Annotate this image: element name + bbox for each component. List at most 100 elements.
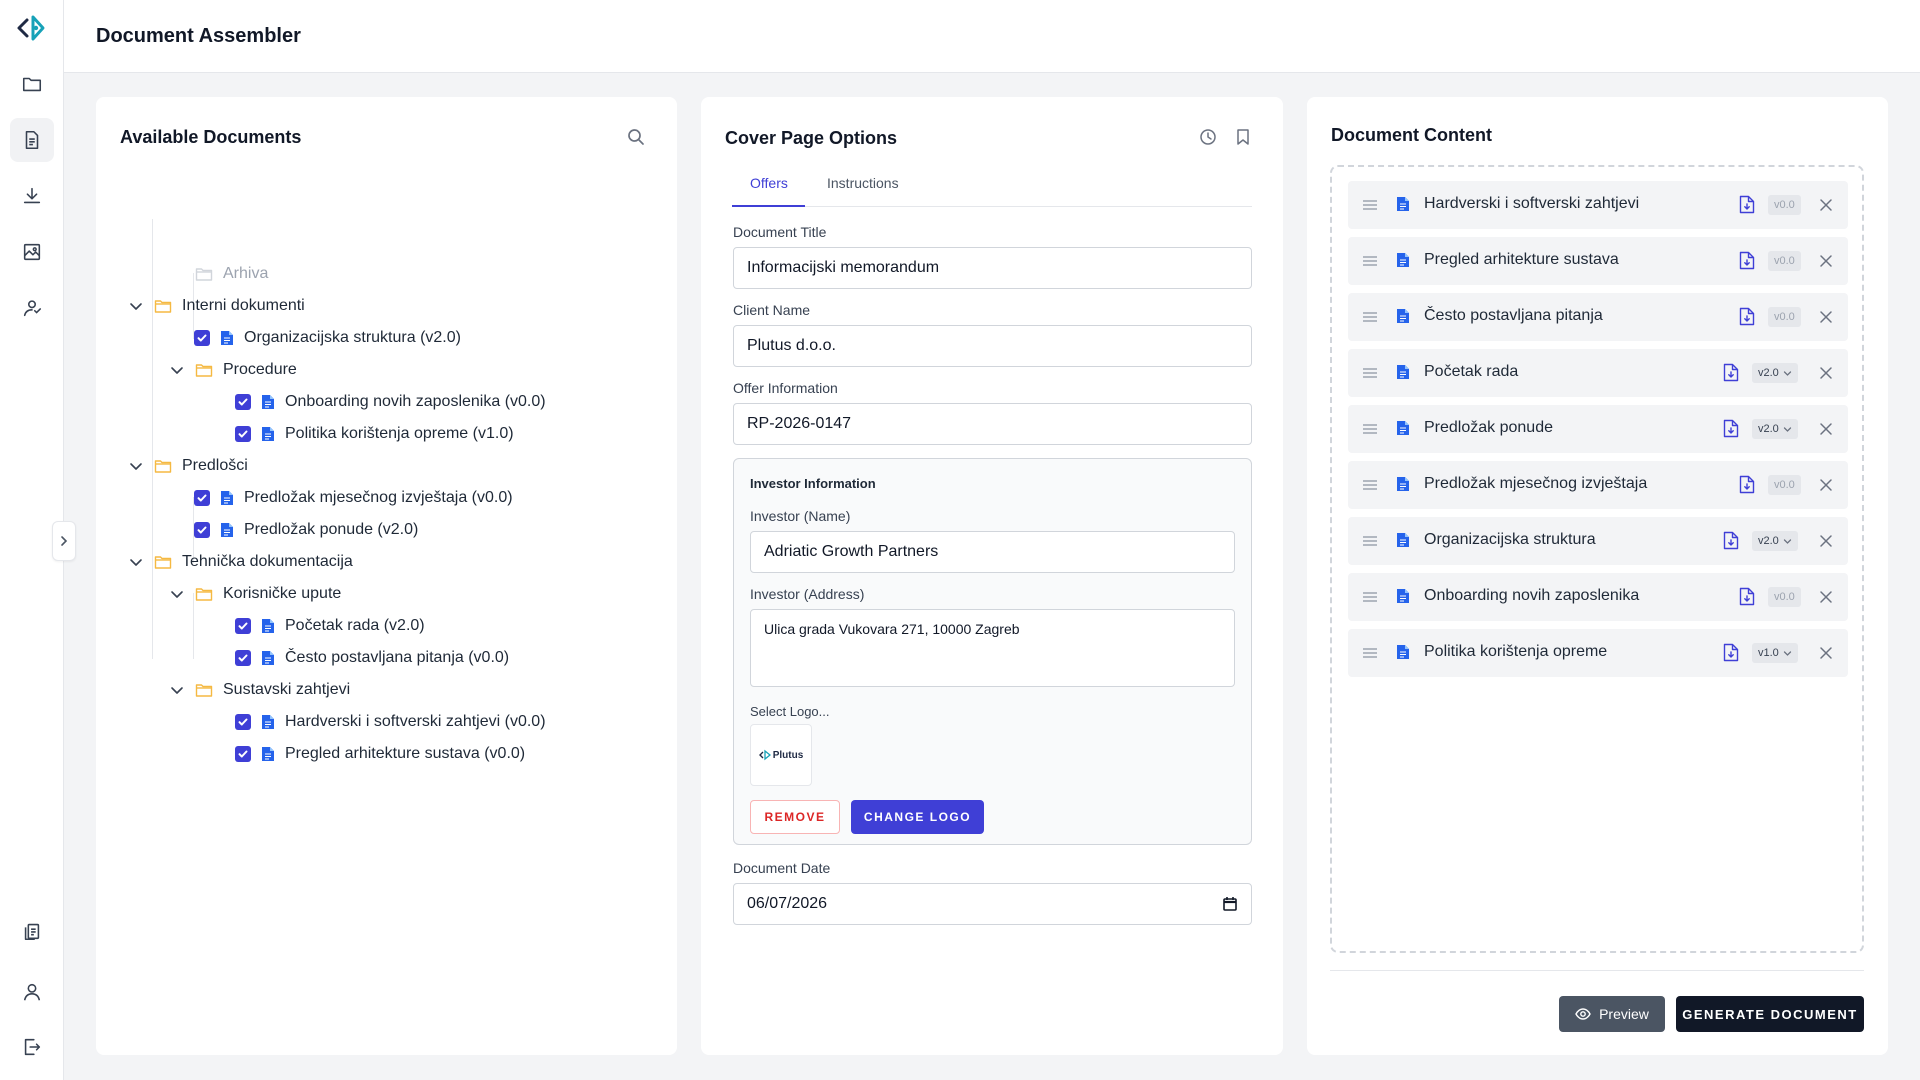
pdf-download-icon[interactable] — [1723, 531, 1741, 551]
content-item[interactable]: Politika korištenja opreme v1.0 — [1348, 629, 1848, 677]
rail-folder-button[interactable] — [10, 62, 54, 106]
search-button[interactable] — [624, 125, 648, 149]
tree-document[interactable]: Organizacijska struktura (v2.0) — [194, 325, 461, 351]
pdf-download-icon[interactable] — [1723, 419, 1741, 439]
bookmark-button[interactable] — [1231, 125, 1255, 149]
drag-handle-icon[interactable] — [1362, 421, 1378, 437]
checkbox[interactable] — [235, 650, 251, 666]
checkbox[interactable] — [235, 746, 251, 762]
content-item[interactable]: Predložak ponude v2.0 — [1348, 405, 1848, 453]
sidebar-expand-button[interactable] — [52, 521, 76, 561]
rail-logout-button[interactable] — [10, 1025, 54, 1069]
checkbox[interactable] — [235, 426, 251, 442]
remove-item-icon[interactable] — [1818, 421, 1834, 437]
rail-documents-button[interactable] — [10, 118, 54, 162]
checkbox[interactable] — [194, 522, 210, 538]
chevron-down-icon[interactable] — [169, 362, 185, 378]
checkbox[interactable] — [235, 714, 251, 730]
version-select[interactable]: v2.0 — [1752, 531, 1798, 551]
rail-clipboard-button[interactable] — [10, 909, 54, 953]
tree-folder[interactable]: Procedure — [169, 357, 297, 383]
offer-information-field[interactable]: RP-2026-0147 — [733, 403, 1252, 445]
pdf-download-icon[interactable] — [1723, 363, 1741, 383]
chevron-down-icon[interactable] — [128, 554, 144, 570]
preview-button[interactable]: Preview — [1559, 996, 1665, 1032]
content-item[interactable]: Početak rada v2.0 — [1348, 349, 1848, 397]
tree-document[interactable]: Onboarding novih zaposlenika (v0.0) — [235, 389, 546, 415]
remove-item-icon[interactable] — [1818, 197, 1834, 213]
version-select[interactable]: v1.0 — [1752, 643, 1798, 663]
pdf-download-icon[interactable] — [1739, 195, 1757, 215]
drag-handle-icon[interactable] — [1362, 589, 1378, 605]
chevron-down-icon[interactable] — [128, 298, 144, 314]
drag-handle-icon[interactable] — [1362, 477, 1378, 493]
investor-address-textarea[interactable]: Ulica grada Vukovara 271, 10000 Zagreb — [750, 609, 1235, 687]
drag-handle-icon[interactable] — [1362, 645, 1378, 661]
content-item[interactable]: Onboarding novih zaposlenika v0.0 — [1348, 573, 1848, 621]
calendar-icon[interactable] — [1222, 896, 1238, 912]
tree-folder[interactable]: Predlošci — [128, 453, 248, 479]
remove-item-icon[interactable] — [1818, 309, 1834, 325]
version-select[interactable]: v2.0 — [1752, 363, 1798, 383]
remove-item-icon[interactable] — [1818, 589, 1834, 605]
remove-item-icon[interactable] — [1818, 365, 1834, 381]
pdf-download-icon[interactable] — [1739, 475, 1757, 495]
rail-download-button[interactable] — [10, 174, 54, 218]
pdf-download-icon[interactable] — [1739, 307, 1757, 327]
tree-folder[interactable]: Tehnička dokumentacija — [128, 549, 353, 575]
tree-label: Procedure — [223, 361, 297, 378]
checkbox[interactable] — [194, 330, 210, 346]
document-title-field[interactable]: Informacijski memorandum — [733, 247, 1252, 289]
investor-name-field[interactable]: Adriatic Growth Partners — [750, 531, 1235, 573]
change-logo-button[interactable]: CHANGE LOGO — [851, 800, 984, 834]
checkbox[interactable] — [235, 618, 251, 634]
rail-users-button[interactable] — [10, 286, 54, 330]
content-item[interactable]: Predložak mjesečnog izvještaja v0.0 — [1348, 461, 1848, 509]
app-logo-icon[interactable] — [16, 12, 48, 44]
tree-document[interactable]: Često postavljana pitanja (v0.0) — [235, 645, 509, 671]
content-item[interactable]: Pregled arhitekture sustava v0.0 — [1348, 237, 1848, 285]
logo-preview[interactable]: Plutus — [750, 724, 812, 786]
history-button[interactable] — [1196, 125, 1220, 149]
pdf-download-icon[interactable] — [1739, 251, 1757, 271]
tree-document[interactable]: Hardverski i softverski zahtjevi (v0.0) — [235, 709, 546, 735]
drag-handle-icon[interactable] — [1362, 533, 1378, 549]
tree-document[interactable]: Politika korištenja opreme (v1.0) — [235, 421, 514, 447]
remove-item-icon[interactable] — [1818, 253, 1834, 269]
checkbox[interactable] — [235, 394, 251, 410]
tree-document[interactable]: Predložak ponude (v2.0) — [194, 517, 418, 543]
tree-folder[interactable]: Sustavski zahtjevi — [169, 677, 350, 703]
tree-document[interactable]: Pregled arhitekture sustava (v0.0) — [235, 741, 525, 767]
version-select[interactable]: v2.0 — [1752, 419, 1798, 439]
remove-item-icon[interactable] — [1818, 533, 1834, 549]
chevron-down-icon[interactable] — [128, 458, 144, 474]
drag-handle-icon[interactable] — [1362, 253, 1378, 269]
pdf-download-icon[interactable] — [1739, 587, 1757, 607]
content-item[interactable]: Hardverski i softverski zahtjevi v0.0 — [1348, 181, 1848, 229]
remove-logo-button[interactable]: REMOVE — [750, 800, 840, 834]
rail-profile-button[interactable] — [10, 970, 54, 1014]
client-name-field[interactable]: Plutus d.o.o. — [733, 325, 1252, 367]
chevron-down-icon[interactable] — [169, 682, 185, 698]
drag-handle-icon[interactable] — [1362, 197, 1378, 213]
rail-images-button[interactable] — [10, 230, 54, 274]
tree-document[interactable]: Predložak mjesečnog izvještaja (v0.0) — [194, 485, 513, 511]
tree-document[interactable]: Početak rada (v2.0) — [235, 613, 425, 639]
chevron-down-icon[interactable] — [169, 586, 185, 602]
remove-item-icon[interactable] — [1818, 645, 1834, 661]
tab-offers[interactable]: Offers — [750, 175, 788, 191]
remove-item-icon[interactable] — [1818, 477, 1834, 493]
document-content-dropzone[interactable]: Hardverski i softverski zahtjevi v0.0 Preg… — [1330, 165, 1864, 953]
tab-instructions[interactable]: Instructions — [827, 175, 899, 191]
checkbox[interactable] — [194, 490, 210, 506]
tree-folder[interactable]: Interni dokumenti — [128, 293, 305, 319]
tree-folder[interactable]: Arhiva — [195, 261, 268, 287]
content-item[interactable]: Često postavljana pitanja v0.0 — [1348, 293, 1848, 341]
drag-handle-icon[interactable] — [1362, 309, 1378, 325]
tree-folder[interactable]: Korisničke upute — [169, 581, 341, 607]
generate-document-button[interactable]: GENERATE DOCUMENT — [1676, 996, 1864, 1032]
pdf-download-icon[interactable] — [1723, 643, 1741, 663]
document-date-field[interactable]: 06/07/2026 — [733, 883, 1252, 925]
content-item[interactable]: Organizacijska struktura v2.0 — [1348, 517, 1848, 565]
drag-handle-icon[interactable] — [1362, 365, 1378, 381]
